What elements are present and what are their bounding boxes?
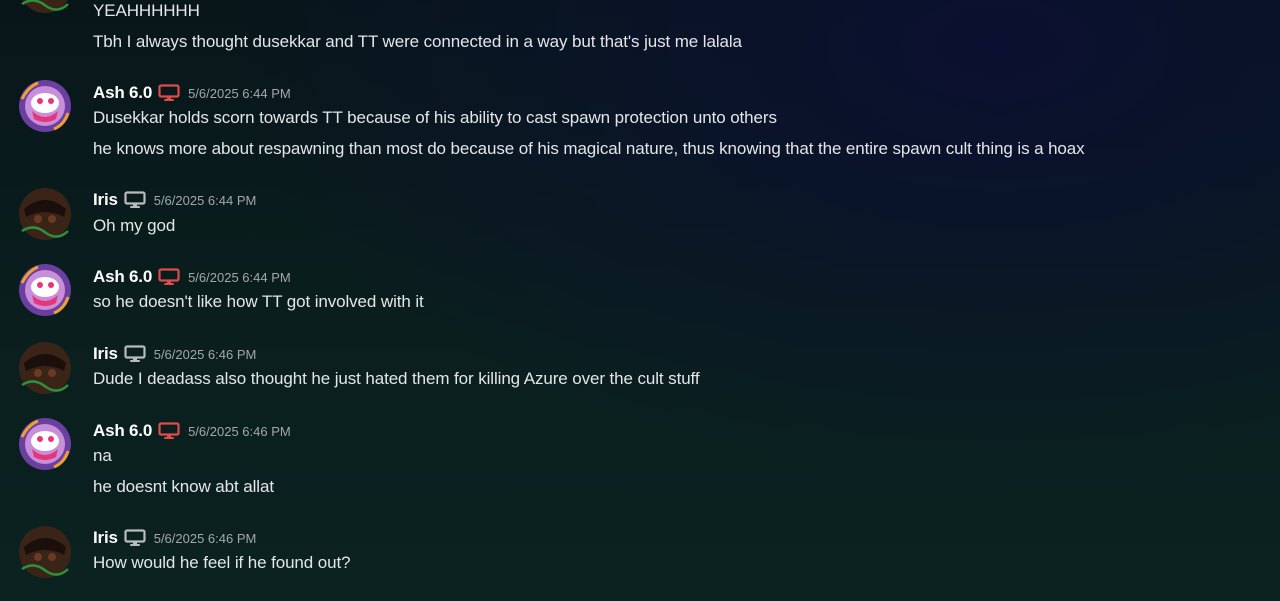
timestamp[interactable]: 5/6/2025 6:44 PM xyxy=(188,270,291,285)
desktop-monitor-icon xyxy=(158,422,180,440)
desktop-monitor-icon xyxy=(124,191,146,209)
avatar-iris-partial[interactable] xyxy=(18,0,72,14)
message-header: Iris 5/6/2025 6:44 PM xyxy=(93,188,256,212)
timestamp[interactable]: 5/6/2025 6:46 PM xyxy=(154,531,257,546)
username[interactable]: Iris xyxy=(93,190,118,210)
chat-log: YEAHHHHHH Tbh I always thought dusekkar … xyxy=(0,0,1280,601)
avatar-ash[interactable] xyxy=(18,417,72,471)
message-text: na xyxy=(93,446,112,465)
desktop-monitor-icon xyxy=(158,84,180,102)
avatar-iris[interactable] xyxy=(18,525,72,579)
desktop-monitor-icon xyxy=(158,268,180,286)
message-header: Iris 5/6/2025 6:46 PM xyxy=(93,526,256,550)
desktop-monitor-icon xyxy=(124,529,146,547)
username[interactable]: Ash 6.0 xyxy=(93,267,152,287)
message-text: Oh my god xyxy=(93,216,176,235)
timestamp[interactable]: 5/6/2025 6:44 PM xyxy=(188,86,291,101)
message-text: Dusekkar holds scorn towards TT because … xyxy=(93,108,777,127)
timestamp[interactable]: 5/6/2025 6:46 PM xyxy=(188,424,291,439)
message-text: Dude I deadass also thought he just hate… xyxy=(93,369,700,388)
message-text: he doesnt know abt allat xyxy=(93,477,274,496)
avatar-iris[interactable] xyxy=(18,187,72,241)
message-text: Tbh I always thought dusekkar and TT wer… xyxy=(93,32,742,51)
timestamp[interactable]: 5/6/2025 6:44 PM xyxy=(154,193,257,208)
username[interactable]: Iris xyxy=(93,528,118,548)
message-text: YEAHHHHHH xyxy=(93,1,200,20)
avatar-ash[interactable] xyxy=(18,79,72,133)
message-header: Ash 6.0 5/6/2025 6:46 PM xyxy=(93,419,291,443)
desktop-monitor-icon xyxy=(124,345,146,363)
timestamp[interactable]: 5/6/2025 6:46 PM xyxy=(154,347,257,362)
message-header: Iris 5/6/2025 6:46 PM xyxy=(93,342,256,366)
username[interactable]: Ash 6.0 xyxy=(93,83,152,103)
message-header: Ash 6.0 5/6/2025 6:44 PM xyxy=(93,265,291,289)
message-header: Ash 6.0 5/6/2025 6:44 PM xyxy=(93,81,291,105)
avatar-iris[interactable] xyxy=(18,341,72,395)
avatar-ash[interactable] xyxy=(18,263,72,317)
username[interactable]: Iris xyxy=(93,344,118,364)
message-text: he knows more about respawning than most… xyxy=(93,139,1085,158)
message-text: so he doesn't like how TT got involved w… xyxy=(93,292,424,311)
message-text: How would he feel if he found out? xyxy=(93,553,351,572)
username[interactable]: Ash 6.0 xyxy=(93,421,152,441)
